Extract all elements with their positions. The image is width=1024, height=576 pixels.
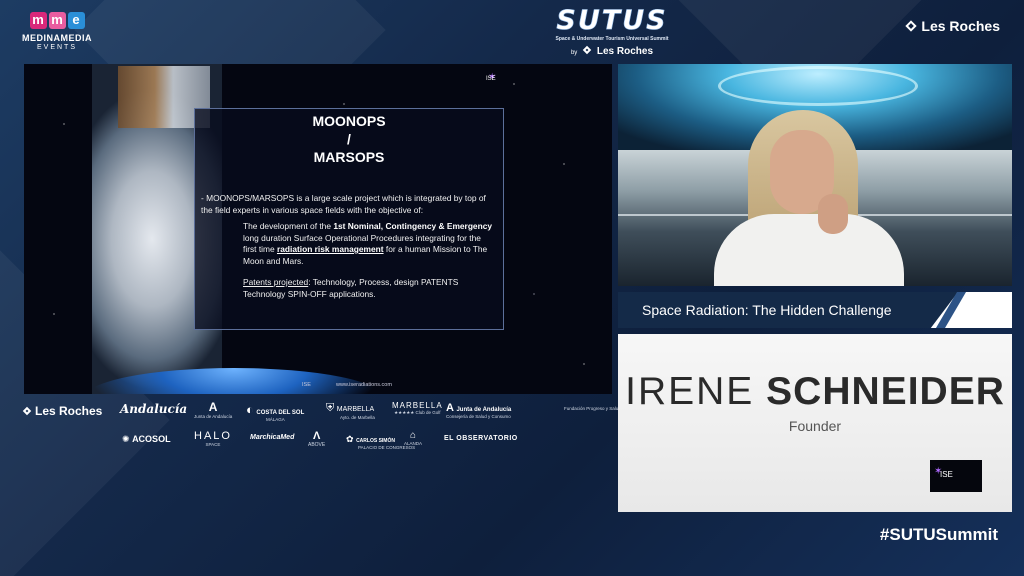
sponsor-logo: Fundación Progreso y Salud [564, 406, 621, 411]
sponsor-sub: Fundación Progreso y Salud [564, 406, 621, 411]
sponsor-sub: MÁLAGA [266, 417, 285, 422]
sponsor-name: ALANDA [404, 441, 423, 446]
p1-start: The development of the [243, 221, 334, 231]
slide-title-line1: MOONOPS [312, 113, 386, 129]
sponsor-logo: ⌂ ALANDA [404, 430, 422, 446]
ceiling-light [718, 66, 918, 106]
speaker-card: IRENE SCHNEIDER Founder ✶ ISE [618, 334, 1012, 512]
sponsor-name: COSTA DEL SOL [256, 410, 305, 416]
sponsor-logo: A Junta de Andalucía [194, 400, 232, 419]
sponsor-logo: Andalucía [120, 402, 187, 416]
sponsor-logo: Λ ABOVE [308, 430, 325, 448]
sponsor-name: MARBELLA [336, 406, 375, 413]
sponsor-name: ABOVE [308, 442, 326, 448]
sponsor-logo: ◐ COSTA DEL SOL MÁLAGA [246, 402, 304, 422]
les-roches-icon [905, 20, 918, 32]
speaker-name: IRENE SCHNEIDER [618, 370, 1012, 414]
slide-logo-text: ISE [486, 76, 496, 82]
junta-icon: A [446, 402, 454, 414]
sutus-by: by [570, 50, 578, 56]
mme-letter: e [67, 12, 85, 29]
slide-paragraph-2: Patents projected: Technology, Process, … [243, 277, 463, 300]
sponsor-logo: A Junta de Andalucía Consejería de Salud … [446, 402, 542, 419]
speaker-video [618, 64, 1012, 286]
sutus-logo: SUTUS Space & Underwater Tourism Univers… [544, 5, 680, 57]
les-roches-logo: Les Roches [905, 18, 1000, 34]
slide-title-line2: MARSOPS [313, 149, 385, 165]
slide-footer-url: www.iseradiations.com [336, 382, 392, 388]
mme-letter: m [48, 12, 66, 29]
sponsor-sub: Junta de Andalucía [194, 414, 233, 419]
sponsor-sub: Consejería de Salud y Consumo [446, 414, 511, 419]
sponsor-logo: MARBELLA ★★★★★ Club de Golf [392, 400, 443, 416]
sponsor-name: ACOSOL [132, 434, 171, 444]
sponsor-sub: ★★★★★ Club de Golf [394, 410, 441, 415]
sponsor-strip: Les Roches Andalucía A Junta de Andalucía… [22, 400, 621, 460]
sponsor-logo: MarchicaMed [250, 434, 295, 441]
sponsor-logo: EL OBSERVATORIO [444, 435, 518, 442]
sponsor-logo: Les Roches [22, 404, 103, 418]
speaker-hand [818, 194, 848, 234]
mme-name: MEDINAMEDIA [22, 33, 92, 43]
p1-bold2: radiation risk management [276, 244, 384, 254]
sponsor-name: HALO [194, 430, 232, 442]
medinamedia-logo: m m e MEDINAMEDIA EVENTS [14, 12, 100, 51]
sutus-title: SUTUS [556, 5, 668, 36]
speaker-role: Founder [788, 418, 842, 434]
sponsor-name: Junta de Andalucía [456, 407, 512, 413]
costa-del-sol-icon: ◐ [246, 402, 254, 417]
p2-label: Patents projected [243, 277, 309, 287]
sponsor-name: MARBELLA [392, 401, 443, 410]
slide-content-box: MOONOPS / MARSOPS - MOONOPS/MARSOPS is a… [194, 108, 504, 330]
talk-title-bar: Space Radiation: The Hidden Challenge [618, 292, 1012, 328]
ise-logo: ✶ ISE [930, 460, 982, 492]
alanda-icon: ⌂ [409, 430, 417, 441]
sponsor-name: Andalucía [120, 402, 188, 416]
mme-sub: EVENTS [36, 44, 77, 51]
above-icon: Λ [312, 430, 321, 442]
sponsor-logo: HALO SPACE [194, 430, 232, 447]
les-roches-icon [582, 45, 592, 55]
speaker-last-name: SCHNEIDER [766, 370, 1005, 413]
sponsor-logo: ✺ ACOSOL [122, 434, 171, 445]
speaker-first-name: IRENE [625, 370, 755, 413]
sutus-subtitle: Space & Underwater Tourism Universal Sum… [555, 36, 669, 42]
sponsor-sub: Ayto. de Marbella [340, 415, 375, 420]
sponsor-name: CARLOS SIMÓN [356, 438, 395, 444]
les-roches-label: Les Roches [921, 18, 1000, 34]
sponsor-name: Les Roches [35, 404, 103, 418]
presentation-slide: ✶ ISE MOONOPS / MARSOPS - MOONOPS/MARSOP… [24, 64, 612, 394]
ise-logo-text: ISE [940, 470, 953, 479]
acosol-icon: ✺ [122, 434, 130, 444]
sutus-brand: Les Roches [596, 46, 654, 57]
mme-letter: m [29, 12, 47, 29]
speaker-body [714, 214, 904, 286]
sponsor-logo: ⛨ MARBELLA Ayto. de Marbella [326, 402, 375, 420]
slide-paragraph-1: The development of the 1st Nominal, Cont… [243, 221, 495, 267]
sponsor-sub: SPACE [205, 442, 221, 447]
sponsor-name: A [208, 400, 218, 414]
carlos-simon-icon: ✿ [346, 434, 354, 444]
les-roches-icon [22, 406, 32, 416]
sutus-by-line: by Les Roches [544, 45, 680, 57]
slide-intro: - MOONOPS/MARSOPS is a large scale proje… [201, 193, 486, 215]
crest-icon: ⛨ [326, 402, 335, 414]
event-hashtag: #SUTUSummit [879, 525, 998, 544]
slide-footer-left: ISE [302, 382, 311, 388]
slide-title-separator: / [347, 131, 351, 147]
p1-bold: 1st Nominal, Contingency & Emergency [333, 221, 493, 231]
talk-title: Space Radiation: The Hidden Challenge [642, 302, 892, 318]
